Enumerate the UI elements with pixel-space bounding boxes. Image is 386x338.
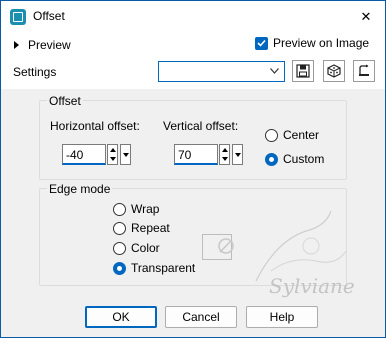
horizontal-offset-slider-button[interactable] [120, 144, 131, 165]
dice-icon [327, 64, 341, 78]
radio-selected-icon [113, 261, 126, 275]
edge-option-label: Color [131, 241, 160, 255]
custom-radio[interactable]: Custom [265, 152, 324, 166]
expand-caret-icon [14, 41, 19, 49]
custom-label: Custom [283, 152, 325, 166]
vertical-offset-label: Vertical offset: [163, 119, 239, 133]
spin-down-icon [222, 157, 228, 161]
edge-option-wrap[interactable]: Wrap [113, 202, 159, 216]
color-swatch-outline [202, 234, 232, 260]
radio-icon [113, 221, 126, 235]
edge-mode-group-title: Edge mode [47, 182, 113, 196]
reset-button[interactable] [353, 60, 375, 82]
spin-up-icon [222, 148, 228, 152]
preview-label: Preview [28, 38, 71, 52]
edge-option-label: Wrap [131, 202, 160, 216]
radio-selected-icon [265, 152, 278, 166]
preview-toggle[interactable]: Preview [14, 37, 71, 53]
settings-dropdown[interactable] [158, 61, 285, 82]
radio-icon [265, 128, 278, 142]
floppy-disk-icon [296, 64, 310, 78]
radio-icon [113, 202, 126, 216]
vertical-offset-input[interactable]: 70 [174, 144, 218, 165]
watermark-signature: Sylviane [269, 274, 355, 298]
horizontal-offset-input[interactable]: -40 [62, 144, 106, 165]
preview-on-image-label: Preview on Image [273, 36, 370, 50]
edge-option-color[interactable]: Color [113, 241, 160, 255]
close-icon: ✕ [360, 8, 372, 24]
chevron-down-icon [270, 68, 279, 74]
spin-down-icon [110, 157, 116, 161]
settings-label: Settings [13, 65, 57, 79]
edge-option-label: Transparent [131, 261, 196, 275]
horizontal-offset-label: Horizontal offset: [50, 119, 140, 133]
save-preset-button[interactable] [292, 60, 314, 82]
vertical-offset-slider-button[interactable] [232, 144, 243, 165]
radio-icon [113, 241, 126, 255]
edge-option-label: Repeat [131, 221, 170, 235]
preview-on-image-checkbox[interactable]: Preview on Image [255, 36, 369, 50]
cancel-button[interactable]: Cancel [165, 306, 237, 328]
close-button[interactable]: ✕ [347, 1, 385, 32]
reset-icon [359, 64, 369, 76]
center-label: Center [283, 128, 320, 142]
help-button[interactable]: Help [246, 306, 318, 328]
checkmark-icon [255, 36, 268, 50]
edge-option-repeat[interactable]: Repeat [113, 221, 170, 235]
title-bar: Offset ✕ [1, 1, 385, 32]
ok-button[interactable]: OK [85, 306, 157, 328]
offset-dialog: Offset ✕ Preview Preview on Image Settin… [0, 0, 386, 338]
offset-group-title: Offset [47, 94, 83, 108]
randomize-button[interactable] [323, 60, 345, 82]
horizontal-offset-spinner[interactable] [107, 144, 118, 165]
center-radio[interactable]: Center [265, 128, 319, 142]
app-icon [10, 9, 26, 25]
spin-up-icon [110, 148, 116, 152]
window-title: Offset [33, 9, 65, 23]
edge-option-transparent[interactable]: Transparent [113, 261, 195, 275]
vertical-offset-spinner[interactable] [219, 144, 230, 165]
